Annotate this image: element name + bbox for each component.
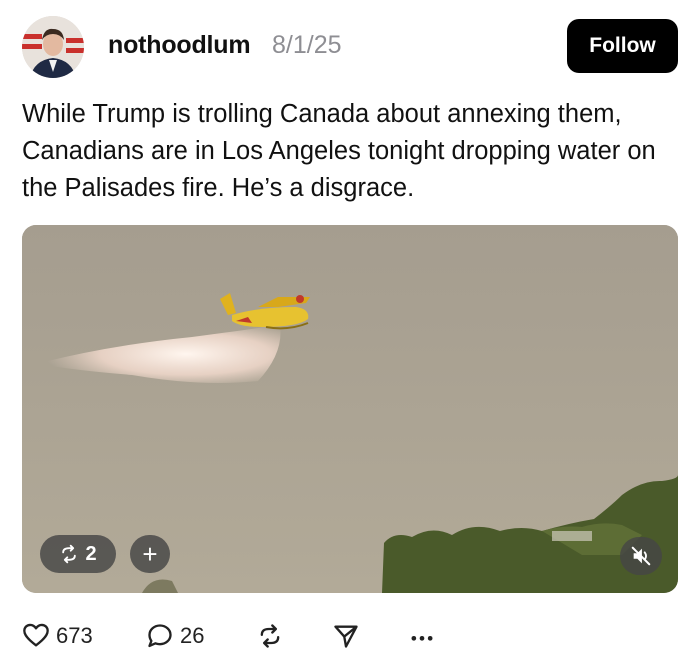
more-dots-icon xyxy=(411,636,433,641)
post-timestamp: 8/1/25 xyxy=(272,31,342,59)
username[interactable]: nothoodlum xyxy=(108,31,251,60)
post-text: While Trump is trolling Canada about ann… xyxy=(22,100,656,202)
comment-action[interactable]: 26 xyxy=(146,616,204,656)
add-button[interactable]: + xyxy=(130,535,170,573)
like-count: 673 xyxy=(56,623,93,648)
avatar[interactable] xyxy=(22,16,84,78)
send-icon xyxy=(334,625,358,648)
like-action[interactable]: 673 xyxy=(22,616,93,656)
avatar-image xyxy=(22,16,84,78)
post-media-video[interactable]: 2 + xyxy=(22,225,678,593)
video-frame xyxy=(22,225,678,593)
share-action[interactable] xyxy=(332,616,360,656)
repost-count-pill[interactable]: 2 xyxy=(40,535,116,573)
speaker-muted-icon xyxy=(631,546,651,566)
post-header: nothoodlum 8/1/25 Follow xyxy=(0,0,700,90)
follow-button[interactable]: Follow xyxy=(567,19,678,73)
mute-button[interactable] xyxy=(620,537,662,575)
comment-count: 26 xyxy=(180,623,205,648)
post-actions: 673 26 xyxy=(22,616,682,656)
repost-count: 2 xyxy=(85,542,97,565)
repost-icon xyxy=(260,624,280,648)
more-options[interactable] xyxy=(408,616,436,656)
comment-bubble-icon xyxy=(148,624,172,648)
heart-icon xyxy=(23,623,49,647)
repost-action[interactable] xyxy=(256,616,284,656)
repost-icon xyxy=(62,544,77,564)
